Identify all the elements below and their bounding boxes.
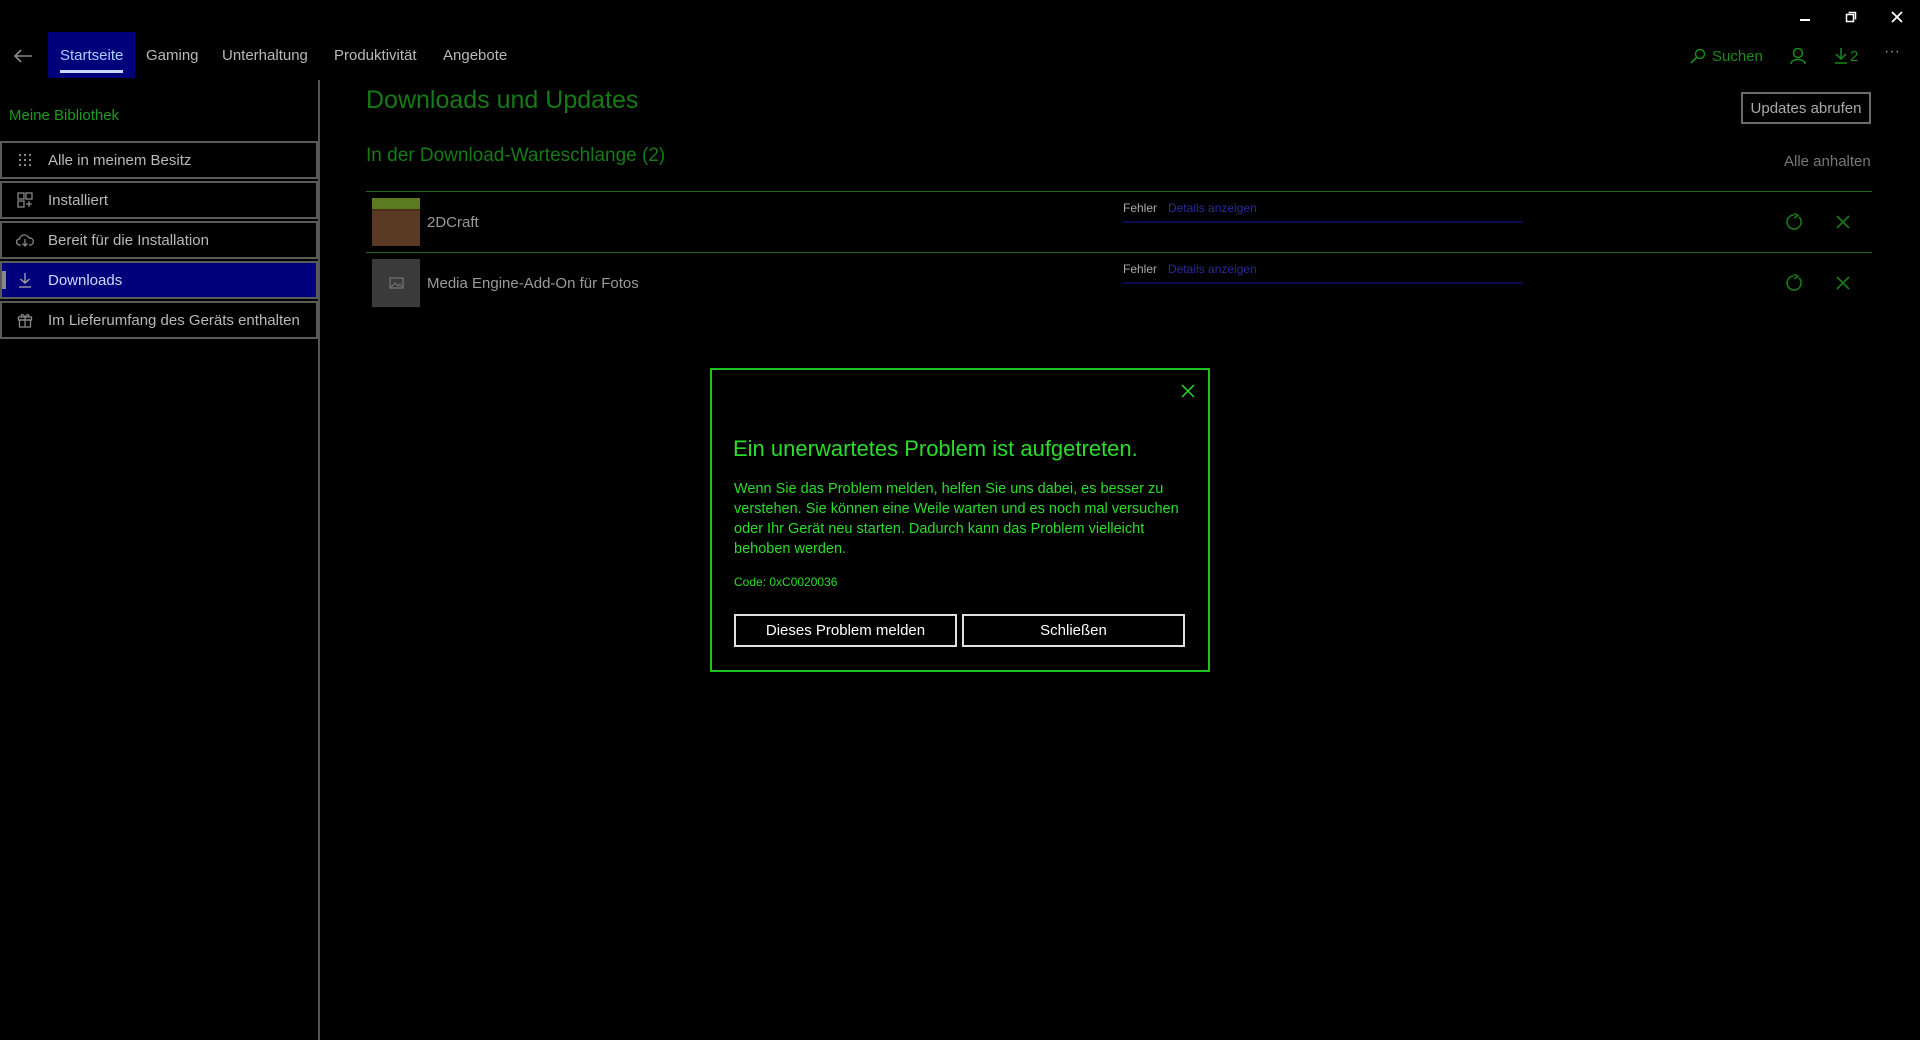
download-icon xyxy=(2,272,48,288)
sidebar-item-bereit-fuer-installation[interactable]: Bereit für die Installation xyxy=(0,221,318,259)
details-link[interactable]: Details anzeigen xyxy=(1168,201,1257,215)
back-button[interactable] xyxy=(10,42,36,70)
status-label: Fehler xyxy=(1123,201,1158,215)
tab-startseite[interactable]: Startseite xyxy=(48,32,136,78)
close-dialog-button[interactable]: Schließen xyxy=(962,614,1185,647)
cancel-download-button[interactable] xyxy=(1829,269,1857,297)
tab-produktivitaet[interactable]: Produktivität xyxy=(334,32,417,78)
list-item-name[interactable]: 2DCraft xyxy=(427,214,479,231)
retry-icon xyxy=(1786,274,1802,291)
gift-icon xyxy=(2,312,48,328)
downloads-indicator-button[interactable]: 2 xyxy=(1834,44,1858,68)
row-divider xyxy=(366,252,1872,253)
tab-gaming[interactable]: Gaming xyxy=(146,32,199,78)
close-icon xyxy=(1836,215,1850,229)
progress-bar xyxy=(1123,282,1523,284)
details-link[interactable]: Details anzeigen xyxy=(1168,262,1257,276)
list-item-name[interactable]: Media Engine-Add-On für Fotos xyxy=(427,275,639,292)
tab-unterhaltung[interactable]: Unterhaltung xyxy=(222,32,308,78)
minimize-button[interactable] xyxy=(1782,4,1828,30)
sidebar-item-im-lieferumfang[interactable]: Im Lieferumfang des Geräts enthalten xyxy=(0,301,318,339)
library-heading: Meine Bibliothek xyxy=(9,107,120,124)
tab-angebote[interactable]: Angebote xyxy=(443,32,507,78)
report-problem-button[interactable]: Dieses Problem melden xyxy=(734,614,957,647)
cancel-download-button[interactable] xyxy=(1829,208,1857,236)
close-icon xyxy=(1181,384,1195,398)
dialog-close-button[interactable] xyxy=(1175,378,1201,404)
row-divider xyxy=(366,191,1872,192)
sidebar-item-installiert[interactable]: Installiert xyxy=(0,181,318,219)
more-options-button[interactable]: ··· xyxy=(1884,40,1900,64)
retry-button[interactable] xyxy=(1780,208,1808,236)
retry-icon xyxy=(1786,213,1802,230)
minimize-icon xyxy=(1800,19,1810,21)
maximize-button[interactable] xyxy=(1828,4,1874,30)
sidebar-item-downloads[interactable]: Downloads xyxy=(0,261,318,299)
arrow-left-icon xyxy=(13,49,32,63)
pause-all-button[interactable]: Alle anhalten xyxy=(1784,153,1871,170)
grid-dots-icon xyxy=(2,153,48,167)
error-code: Code: 0xC0020036 xyxy=(734,575,838,589)
restore-icon xyxy=(1845,11,1857,23)
progress-bar xyxy=(1123,221,1523,223)
search-button[interactable]: Suchen xyxy=(1690,44,1763,68)
status-label: Fehler xyxy=(1123,262,1158,276)
page-title: Downloads und Updates xyxy=(366,86,639,114)
image-placeholder-icon xyxy=(389,277,404,289)
sidebar-item-alle-in-meinem-besitz[interactable]: Alle in meinem Besitz xyxy=(0,141,318,179)
close-window-button[interactable] xyxy=(1874,4,1920,30)
app-thumbnail-media-engine[interactable] xyxy=(372,259,420,307)
account-button[interactable] xyxy=(1790,44,1806,68)
get-updates-button[interactable]: Updates abrufen xyxy=(1741,92,1871,124)
app-thumbnail-2dcraft[interactable] xyxy=(372,198,420,246)
download-arrow-icon xyxy=(1835,48,1847,64)
retry-button[interactable] xyxy=(1780,269,1808,297)
sidebar-divider xyxy=(318,80,320,1040)
dialog-title: Ein unerwartetes Problem ist aufgetreten… xyxy=(733,436,1138,461)
cloud-download-icon xyxy=(2,233,48,247)
search-icon xyxy=(1690,48,1706,64)
dialog-message: Wenn Sie das Problem melden, helfen Sie … xyxy=(734,481,1179,557)
more-icon: ··· xyxy=(1884,43,1900,60)
close-icon xyxy=(1891,11,1903,23)
installed-grid-icon xyxy=(2,192,48,208)
queue-title: In der Download-Warteschlange (2) xyxy=(366,145,666,166)
close-icon xyxy=(1836,276,1850,290)
person-icon xyxy=(1790,47,1806,65)
